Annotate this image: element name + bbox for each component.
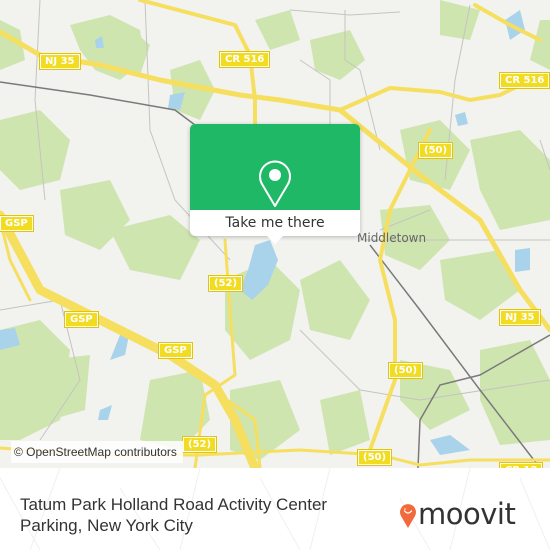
popup-header <box>190 124 360 210</box>
road-shield-r50-center: (50) <box>387 362 424 379</box>
map-canvas[interactable]: NJ 35 CR 516 CR 516 (50) GSP (52) NJ 35 … <box>0 0 550 468</box>
place-label-middletown: Middletown <box>357 231 427 245</box>
map-attribution[interactable]: © OpenStreetMap contributors <box>11 441 183 463</box>
road-shield-r52-north: (52) <box>207 275 244 292</box>
moovit-pin-icon <box>400 504 416 528</box>
road-shield-gsp-west-2: GSP <box>64 311 99 328</box>
road-shield-r50-south: (50) <box>356 449 393 466</box>
take-me-there-button[interactable]: Take me there <box>190 210 360 236</box>
location-title: Tatum Park Holland Road Activity Center … <box>20 495 328 535</box>
popup-pointer <box>265 234 285 244</box>
attribution-text: © OpenStreetMap contributors <box>14 445 177 459</box>
road-shield-gsp-center: GSP <box>158 342 193 359</box>
map-pin-icon <box>259 160 291 207</box>
road-shield-nj35-east: NJ 35 <box>499 309 541 326</box>
road-shield-gsp-west: GSP <box>0 215 34 232</box>
road-shield-r52-south: (52) <box>181 436 218 453</box>
road-shield-cr516-center: CR 516 <box>218 51 271 68</box>
location-popup: Take me there <box>190 124 360 244</box>
moovit-wordmark: moovit <box>418 497 516 531</box>
road-shield-nj35-west: NJ 35 <box>39 53 81 70</box>
road-shield-r50-north: (50) <box>417 142 454 159</box>
road-shield-cr516-east: CR 516 <box>498 72 550 89</box>
